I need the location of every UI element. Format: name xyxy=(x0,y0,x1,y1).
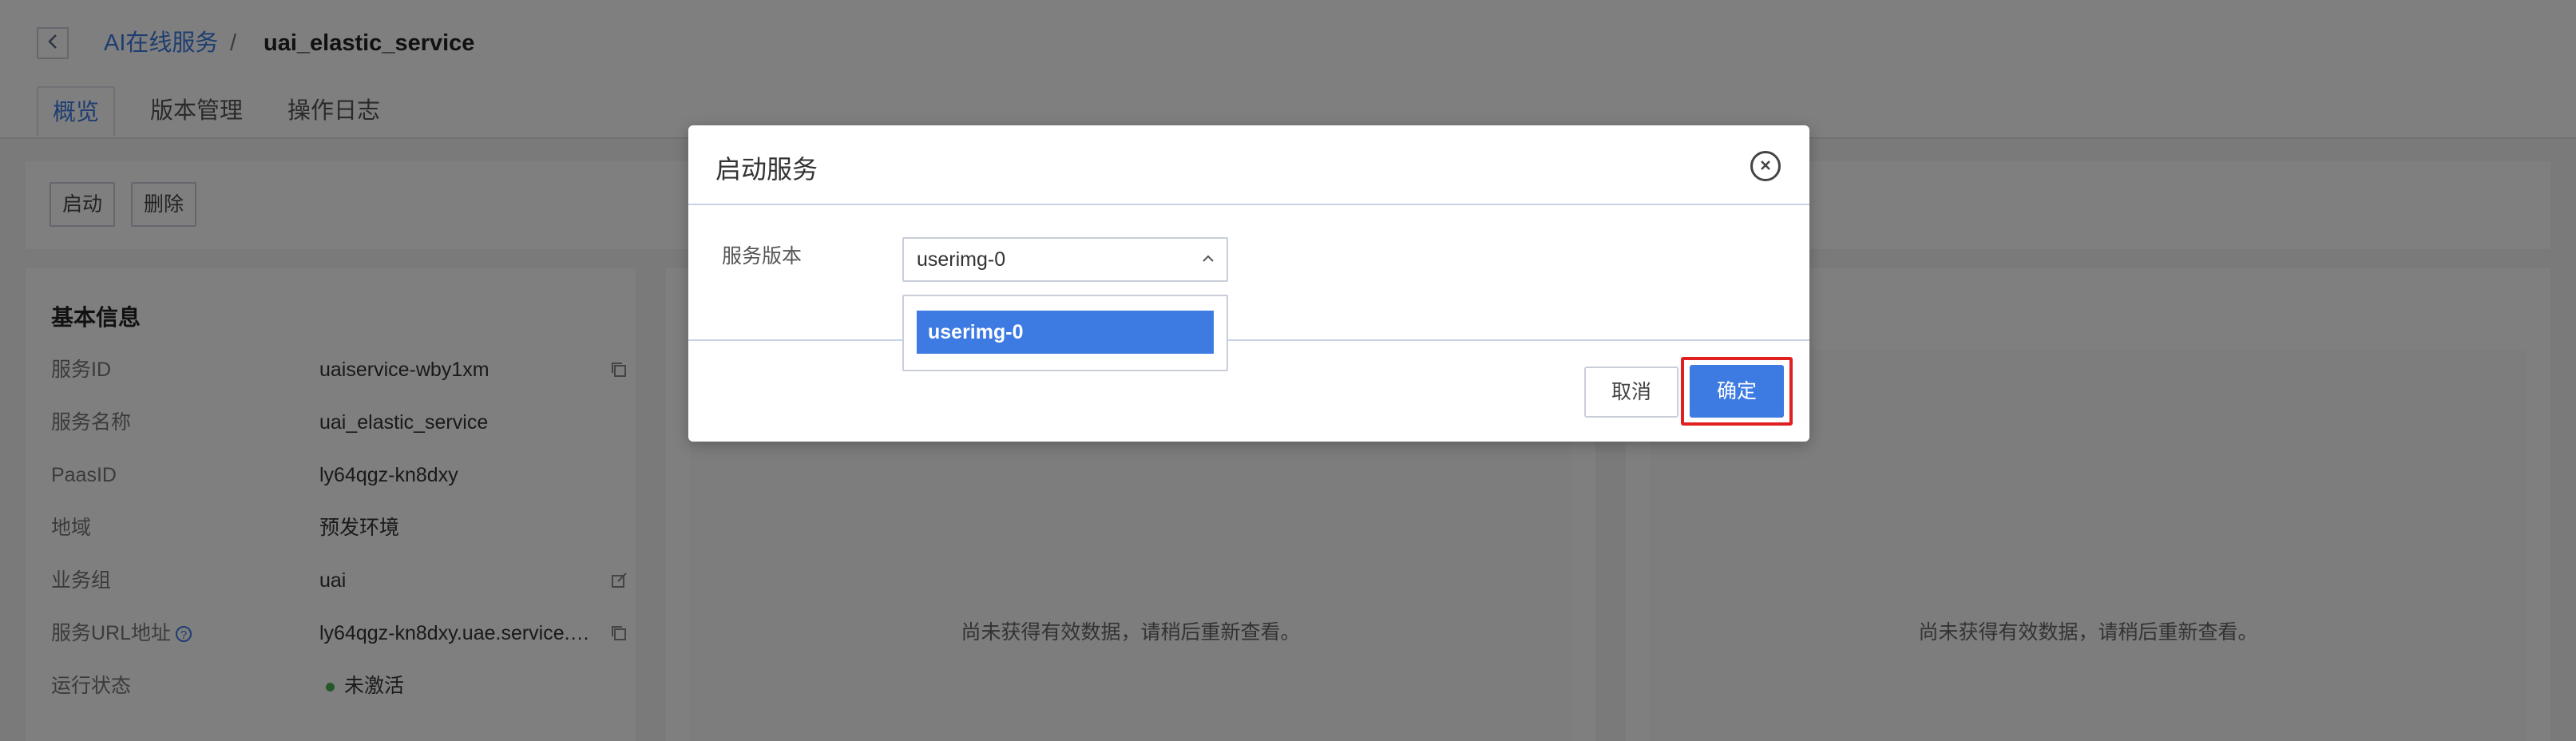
chevron-up-icon xyxy=(1201,252,1215,266)
dialog-footer-divider xyxy=(688,339,1809,341)
close-button[interactable] xyxy=(1750,151,1781,181)
select-value: userimg-0 xyxy=(917,248,1006,271)
start-service-dialog: 启动服务 服务版本 userimg-0 userimg-0 取消 确定 xyxy=(688,125,1809,442)
service-version-select[interactable]: userimg-0 xyxy=(902,237,1228,282)
close-icon xyxy=(1759,157,1772,176)
confirm-button[interactable]: 确定 xyxy=(1690,365,1784,418)
dialog-header-divider xyxy=(688,204,1809,205)
version-dropdown-menu: userimg-0 xyxy=(902,295,1228,371)
dialog-title: 启动服务 xyxy=(715,155,818,184)
service-version-label: 服务版本 xyxy=(722,245,803,267)
cancel-button[interactable]: 取消 xyxy=(1584,367,1678,418)
dropdown-option-selected[interactable]: userimg-0 xyxy=(917,311,1214,354)
